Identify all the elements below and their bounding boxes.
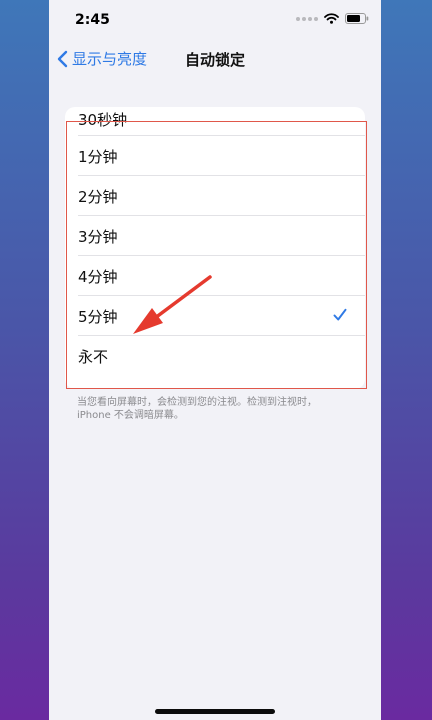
status-bar: 2:45 <box>49 0 381 40</box>
checkmark-icon <box>333 308 347 321</box>
navigation-bar: 显示与亮度 自动锁定 <box>49 40 381 80</box>
option-label: 1分钟 <box>78 147 118 166</box>
attention-detection-footnote: 当您看向屏幕时，会检测到您的注视。检测到注视时，iPhone 不会调暗屏幕。 <box>77 397 317 421</box>
status-time: 2:45 <box>75 12 110 28</box>
battery-icon <box>345 13 369 24</box>
status-icons <box>296 13 369 24</box>
page-title: 自动锁定 <box>185 51 246 69</box>
option-4-minutes[interactable]: 4分钟 <box>65 256 365 296</box>
option-label: 2分钟 <box>78 187 118 206</box>
chevron-left-icon <box>57 50 68 67</box>
option-2-minutes[interactable]: 2分钟 <box>65 176 365 216</box>
option-label: 5分钟 <box>78 307 118 326</box>
signal-dots-icon <box>296 16 318 21</box>
option-5-minutes[interactable]: 5分钟 <box>65 296 365 336</box>
home-indicator[interactable] <box>155 709 275 714</box>
auto-lock-options-card: 30秒钟 1分钟 2分钟 3分钟 4分钟 5分钟 永不 <box>65 107 365 389</box>
auto-lock-options-list: 30秒钟 1分钟 2分钟 3分钟 4分钟 5分钟 永不 <box>65 107 365 376</box>
wifi-icon <box>324 13 339 24</box>
option-label: 3分钟 <box>78 227 118 246</box>
option-never[interactable]: 永不 <box>65 336 365 376</box>
option-label: 4分钟 <box>78 267 118 286</box>
option-label: 30秒钟 <box>78 111 128 129</box>
option-30-seconds[interactable]: 30秒钟 <box>65 107 365 136</box>
option-3-minutes[interactable]: 3分钟 <box>65 216 365 256</box>
phone-screen: 2:45 显示与亮度 自动锁定 30秒钟 1分钟 2分钟 3分钟 4分钟 5分钟… <box>49 0 381 720</box>
back-button[interactable]: 显示与亮度 <box>57 48 147 69</box>
option-label: 永不 <box>78 347 109 366</box>
option-1-minute[interactable]: 1分钟 <box>65 136 365 176</box>
back-label: 显示与亮度 <box>72 50 148 68</box>
